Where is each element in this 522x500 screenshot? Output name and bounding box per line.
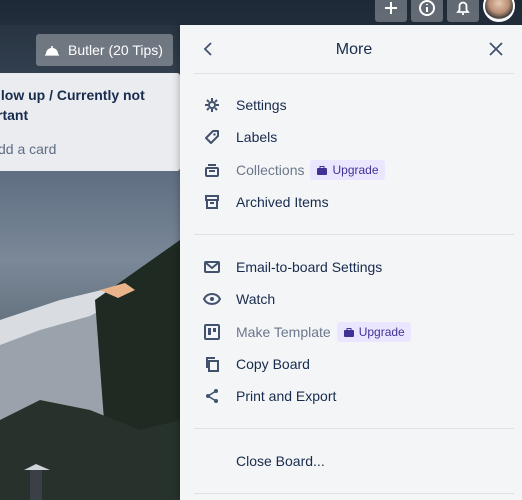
divider	[194, 428, 514, 429]
label-icon	[202, 127, 222, 147]
top-header	[0, 0, 522, 25]
info-button[interactable]	[411, 0, 443, 22]
menu-item-label: Archived Items	[236, 194, 329, 210]
collection-icon	[202, 160, 222, 180]
butler-button[interactable]: Butler (20 Tips)	[36, 34, 173, 66]
archive-icon	[202, 192, 222, 212]
menu-item-label: Labels	[236, 129, 278, 145]
menu-item-copy-board[interactable]: Copy Board	[202, 351, 502, 377]
blank-icon-slot	[202, 451, 222, 471]
gear-icon	[202, 95, 222, 115]
menu-item-labels[interactable]: Labels	[202, 124, 502, 150]
copy-icon	[202, 354, 222, 374]
menu-item-label: Copy Board	[236, 356, 310, 372]
add-card-link[interactable]: dd a card	[0, 141, 56, 157]
menu-item-label: Watch	[236, 291, 276, 307]
upgrade-label: Upgrade	[332, 163, 379, 177]
notifications-button[interactable]	[447, 0, 479, 22]
menu-item-archived-items[interactable]: Archived Items	[202, 189, 502, 215]
email-icon	[202, 257, 222, 277]
bell-icon	[456, 1, 470, 15]
share-icon	[202, 386, 222, 406]
butler-bell-icon	[45, 46, 59, 56]
more-menu-panel: More Settings Labels Collections Upgrade…	[180, 25, 522, 500]
upgrade-badge[interactable]: Upgrade	[336, 322, 411, 342]
divider	[194, 234, 514, 235]
briefcase-icon	[343, 327, 354, 337]
menu-item-collections[interactable]: Collections Upgrade	[202, 157, 502, 183]
menu-item-settings[interactable]: Settings	[202, 92, 502, 118]
add-button[interactable]	[375, 0, 407, 22]
menu-item-watch[interactable]: Watch	[202, 286, 502, 312]
menu-item-label: Email-to-board Settings	[236, 259, 383, 275]
menu-item-close-board[interactable]: Close Board...	[202, 448, 502, 474]
menu-item-label: Print and Export	[236, 388, 337, 404]
plus-icon	[385, 2, 397, 14]
close-button[interactable]	[486, 39, 506, 59]
menu-item-label: Collections	[236, 162, 305, 178]
upgrade-badge[interactable]: Upgrade	[310, 160, 385, 180]
template-icon	[202, 322, 222, 342]
briefcase-icon	[317, 165, 328, 175]
list-card: llow up / Currently not rtant dd a card	[0, 73, 180, 171]
menu-item-print-export[interactable]: Print and Export	[202, 383, 502, 409]
menu-item-email-to-board[interactable]: Email-to-board Settings	[202, 254, 502, 280]
user-avatar[interactable]	[483, 0, 515, 22]
close-icon	[489, 42, 503, 56]
butler-label: Butler (20 Tips)	[68, 42, 163, 58]
menu-item-label: Settings	[236, 97, 287, 113]
menu-item-label: Close Board...	[236, 453, 325, 469]
menu-item-make-template[interactable]: Make Template Upgrade	[202, 319, 502, 345]
info-icon	[419, 0, 435, 16]
panel-title: More	[335, 41, 373, 58]
panel-header: More	[194, 25, 514, 74]
eye-icon	[202, 289, 222, 309]
upgrade-label: Upgrade	[358, 325, 405, 339]
list-title[interactable]: llow up / Currently not rtant	[0, 85, 177, 125]
divider	[194, 493, 514, 494]
menu-item-label: Make Template	[236, 324, 331, 340]
